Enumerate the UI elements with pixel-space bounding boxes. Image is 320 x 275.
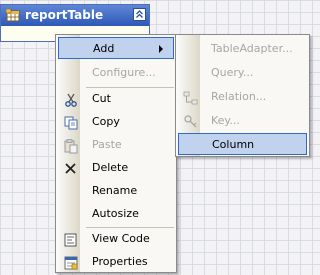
collapse-button[interactable]: [133, 8, 146, 21]
copy-icon: [64, 116, 78, 130]
table-header[interactable]: reportTable: [1, 5, 149, 26]
menu-item-label: Properties: [92, 255, 148, 268]
menu-item-view-code[interactable]: View Code: [58, 228, 174, 250]
properties-icon: [64, 256, 78, 270]
menu-item-paste[interactable]: Paste: [58, 134, 174, 156]
menu-item-label: View Code: [92, 232, 150, 245]
submenu-item-label: TableAdapter...: [211, 42, 293, 55]
menu-item-label: Autosize: [92, 207, 139, 220]
menu-item-label: Cut: [92, 92, 111, 105]
view-code-icon: [64, 233, 77, 247]
menu-item-configure[interactable]: Configure...: [58, 62, 174, 84]
table-icon: [6, 9, 20, 22]
menu-item-label: Paste: [92, 138, 122, 151]
submenu-item-label: Query...: [211, 66, 254, 79]
collapse-up-icon: [136, 10, 143, 18]
menu-item-label: Copy: [92, 115, 120, 128]
menu-item-label: Configure...: [92, 66, 156, 79]
menu-item-cut[interactable]: Cut: [58, 88, 174, 110]
submenu-item-label: Relation...: [211, 90, 267, 103]
menu-item-properties[interactable]: Properties: [58, 251, 174, 273]
table-title: reportTable: [25, 8, 104, 22]
submenu-item-key[interactable]: Key...: [178, 110, 307, 132]
menu-item-rename[interactable]: Rename: [58, 180, 174, 202]
submenu-item-label: Column: [212, 138, 255, 151]
delete-x-icon: [65, 163, 76, 174]
submenu-item-column[interactable]: Column: [178, 133, 307, 155]
menu-item-copy[interactable]: Copy: [58, 111, 174, 133]
scissors-icon: [65, 93, 77, 107]
paste-icon: [64, 139, 78, 154]
relation-icon: [183, 91, 198, 105]
submenu-item-label: Key...: [211, 114, 240, 127]
menu-item-delete[interactable]: Delete: [58, 157, 174, 179]
add-submenu: TableAdapter... Query... Relation... Key…: [175, 34, 310, 157]
key-icon: [184, 115, 197, 128]
submenu-item-relation[interactable]: Relation...: [178, 86, 307, 108]
menu-item-add[interactable]: Add: [58, 37, 174, 59]
menu-item-label: Rename: [92, 184, 138, 197]
context-menu: Add Configure... Cut Copy Paste Delete R…: [55, 34, 177, 273]
submenu-arrow-icon: [159, 45, 163, 53]
menu-item-label: Delete: [92, 161, 129, 174]
submenu-item-query[interactable]: Query...: [178, 62, 307, 84]
menu-item-autosize[interactable]: Autosize: [58, 203, 174, 225]
submenu-item-tableadapter[interactable]: TableAdapter...: [178, 38, 307, 60]
menu-item-label: Add: [93, 42, 115, 55]
